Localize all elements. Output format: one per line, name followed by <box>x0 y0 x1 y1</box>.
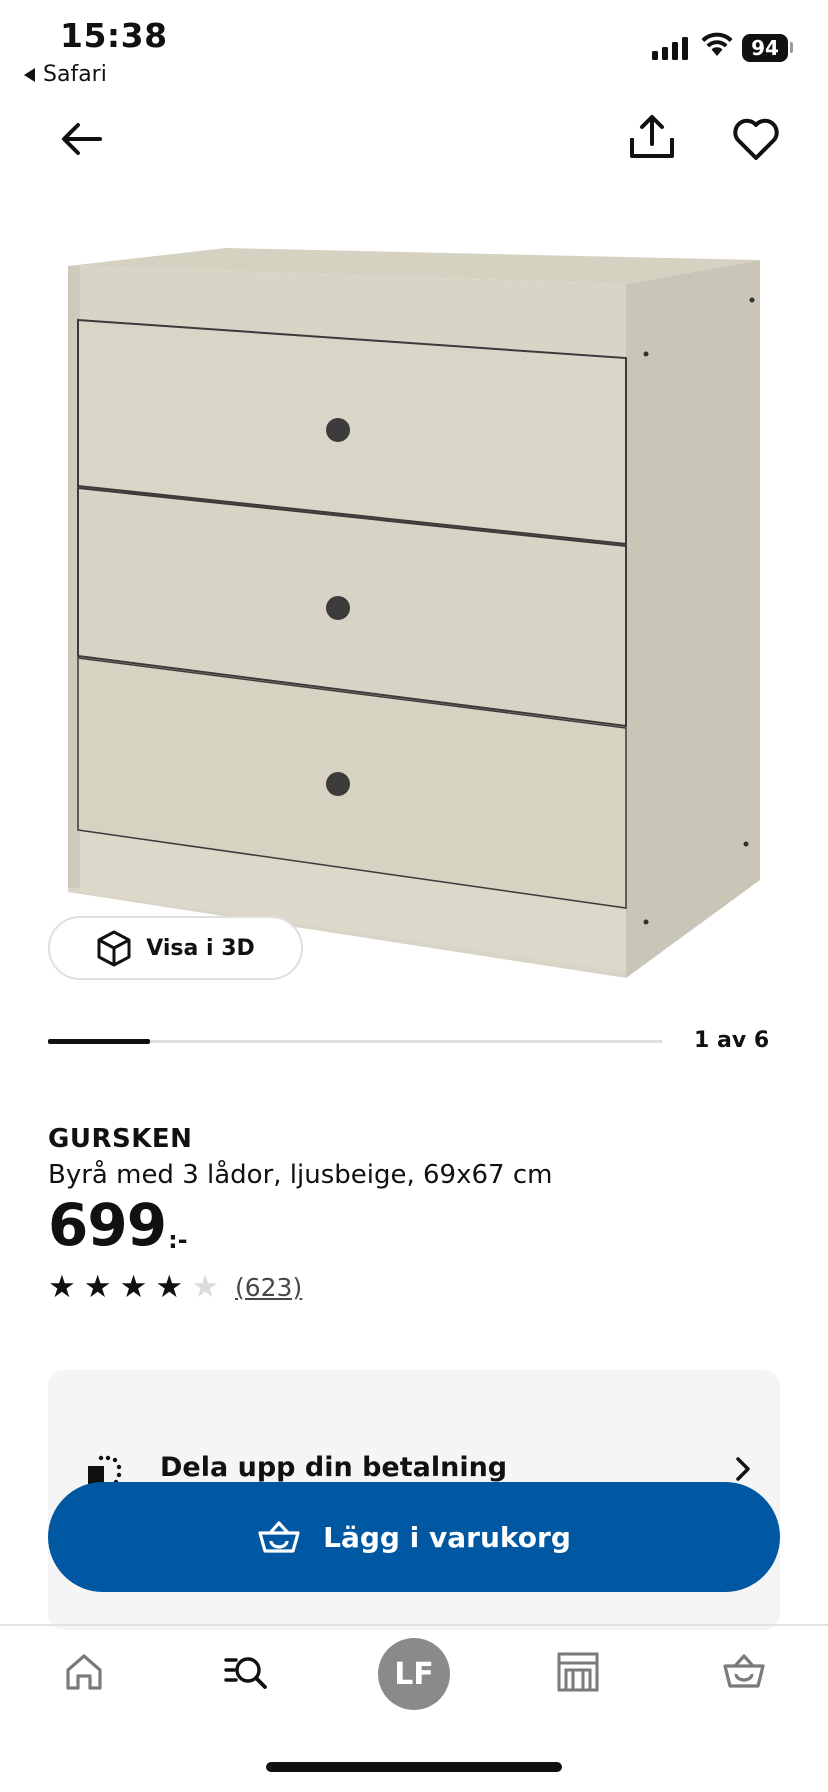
star-icon: ★ <box>191 1269 219 1305</box>
review-count-link[interactable]: (623) <box>235 1273 302 1302</box>
view-in-3d-button[interactable]: Visa i 3D <box>48 916 303 980</box>
avatar[interactable]: LF <box>378 1638 450 1710</box>
star-icon: ★ <box>48 1269 76 1305</box>
price-amount: 699 <box>48 1191 167 1259</box>
product-name: GURSKEN <box>48 1124 193 1154</box>
home-indicator[interactable] <box>266 1762 562 1772</box>
chevron-right-icon <box>736 1457 750 1481</box>
heart-icon[interactable] <box>730 114 782 164</box>
split-payment-label: Dela upp din betalning <box>160 1452 508 1483</box>
battery-tip <box>790 42 793 53</box>
star-icon: ★ <box>155 1269 184 1305</box>
product-rating[interactable]: ★ ★ ★ ★ ★ (623) <box>48 1272 302 1303</box>
product-description: Byrå med 3 lådor, ljusbeige, 69x67 cm <box>48 1160 553 1190</box>
view-in-3d-label: Visa i 3D <box>146 935 255 961</box>
product-image[interactable] <box>56 232 776 992</box>
gallery-progress-fill <box>48 1039 151 1044</box>
battery-indicator: 94 <box>742 34 788 62</box>
gallery-page-indicator: 1 av 6 <box>694 1028 770 1053</box>
bottom-nav-divider <box>0 1624 828 1626</box>
store-icon[interactable] <box>556 1650 600 1694</box>
search-icon[interactable] <box>224 1650 268 1694</box>
back-to-app-link[interactable]: Safari <box>24 62 107 87</box>
share-icon[interactable] <box>626 112 678 164</box>
add-to-cart-button[interactable]: Lägg i varukorg <box>48 1482 780 1592</box>
wifi-icon <box>701 32 733 56</box>
product-price: 699 :- <box>48 1196 188 1254</box>
status-time: 15:38 <box>60 16 168 55</box>
star-icon: ★ <box>83 1269 112 1305</box>
price-suffix: :- <box>168 1226 188 1254</box>
basket-icon <box>258 1521 300 1553</box>
gallery-progress-bar <box>48 1039 662 1044</box>
signal-icon <box>652 36 688 60</box>
star-icon: ★ <box>119 1269 148 1305</box>
back-arrow-icon[interactable] <box>56 114 106 164</box>
home-icon[interactable] <box>62 1650 106 1694</box>
cube-3d-icon <box>97 930 131 967</box>
add-to-cart-label: Lägg i varukorg <box>323 1520 571 1554</box>
back-app-label: Safari <box>43 62 107 87</box>
back-triangle-icon <box>24 67 35 82</box>
cart-icon[interactable] <box>722 1650 766 1694</box>
